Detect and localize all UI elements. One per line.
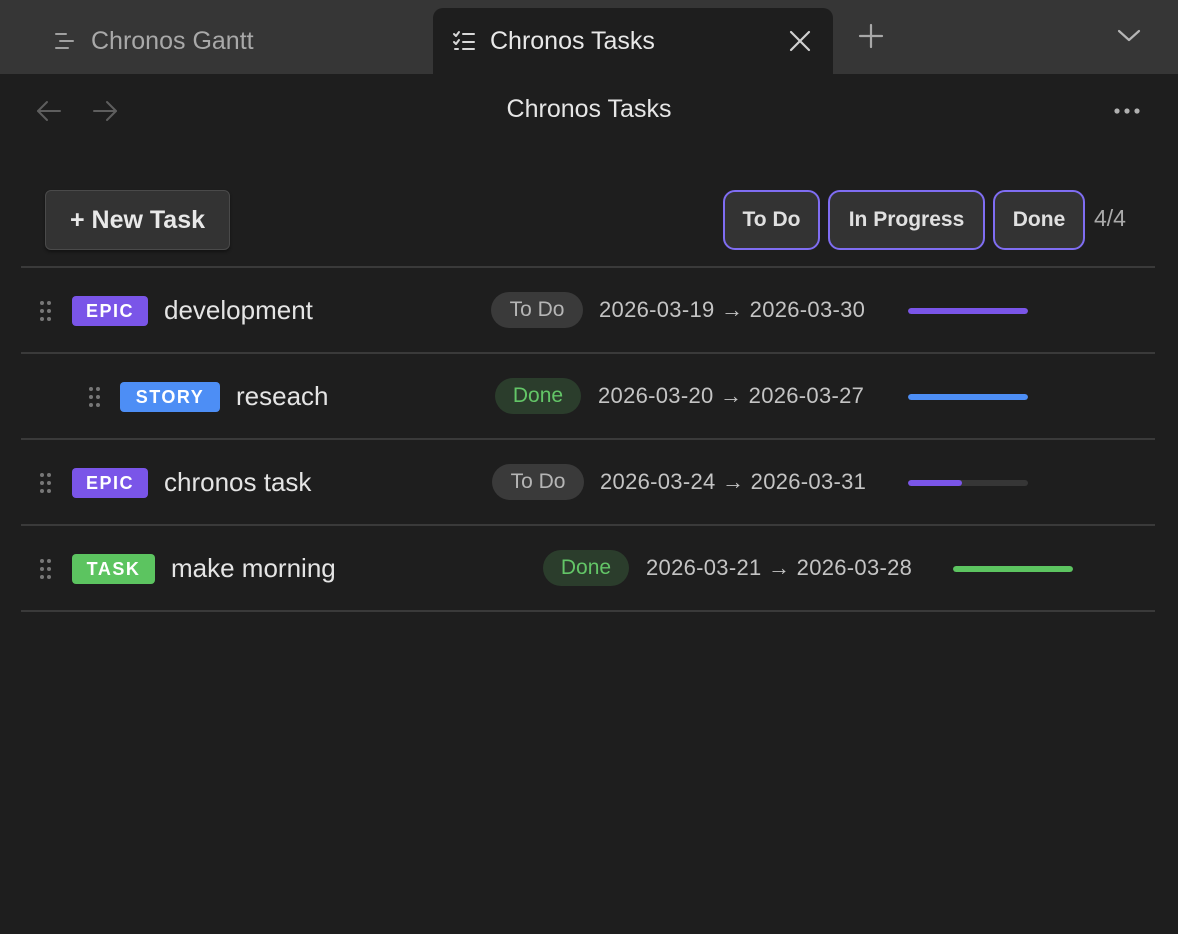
divider xyxy=(21,610,1155,612)
task-row[interactable]: EPIC development To Do 2026-03-19 → 2026… xyxy=(21,268,1155,352)
progress-bar xyxy=(908,480,1028,486)
type-badge: STORY xyxy=(120,382,220,412)
task-count: 4/4 xyxy=(1094,205,1126,231)
type-badge: EPIC xyxy=(72,468,148,498)
drag-handle-icon[interactable] xyxy=(40,473,52,493)
tab-label: Chronos Gantt xyxy=(91,26,254,55)
new-task-button[interactable]: + New Task xyxy=(45,190,230,250)
tab-chronos-tasks[interactable]: Chronos Tasks xyxy=(433,8,833,74)
tab-bar: Chronos Gantt Chronos Tasks xyxy=(0,0,1178,74)
task-title[interactable]: reseach xyxy=(236,381,329,412)
close-icon[interactable] xyxy=(785,26,815,56)
drag-handle-icon[interactable] xyxy=(89,387,101,407)
status-badge[interactable]: Done xyxy=(495,378,581,414)
task-row[interactable]: STORY reseach Done 2026-03-20 → 2026-03-… xyxy=(21,354,1155,438)
plus-icon[interactable] xyxy=(855,20,887,52)
drag-handle-icon[interactable] xyxy=(40,559,52,579)
more-options-icon[interactable] xyxy=(1110,96,1144,126)
date-range: 2026-03-19 → 2026-03-30 xyxy=(599,297,866,322)
drag-handle-icon[interactable] xyxy=(40,301,52,321)
type-badge: TASK xyxy=(72,554,155,584)
filter-todo-button[interactable]: To Do xyxy=(723,190,820,250)
progress-bar xyxy=(953,566,1073,572)
date-range: 2026-03-20 → 2026-03-27 xyxy=(598,383,865,408)
filter-done-button[interactable]: Done xyxy=(993,190,1085,250)
gantt-lines-icon xyxy=(52,28,78,54)
chevron-down-icon[interactable] xyxy=(1113,22,1145,50)
task-title[interactable]: chronos task xyxy=(164,467,311,498)
date-range: 2026-03-24 → 2026-03-31 xyxy=(600,469,867,494)
tab-label: Chronos Tasks xyxy=(490,26,655,55)
status-badge[interactable]: To Do xyxy=(492,464,584,500)
type-badge: EPIC xyxy=(72,296,148,326)
status-badge[interactable]: Done xyxy=(543,550,629,586)
progress-bar xyxy=(908,308,1028,314)
task-title[interactable]: development xyxy=(164,295,313,326)
status-badge[interactable]: To Do xyxy=(491,292,583,328)
date-range: 2026-03-21 → 2026-03-28 xyxy=(646,555,913,580)
filter-in-progress-button[interactable]: In Progress xyxy=(828,190,985,250)
task-title[interactable]: make morning xyxy=(171,553,336,584)
task-row[interactable]: EPIC chronos task To Do 2026-03-24 → 202… xyxy=(21,440,1155,524)
page-title: Chronos Tasks xyxy=(506,95,672,123)
task-row[interactable]: TASK make morning Done 2026-03-21 → 2026… xyxy=(21,526,1155,610)
tab-chronos-gantt[interactable]: Chronos Gantt xyxy=(0,8,432,74)
progress-bar xyxy=(908,394,1028,400)
task-list-icon xyxy=(451,28,477,54)
